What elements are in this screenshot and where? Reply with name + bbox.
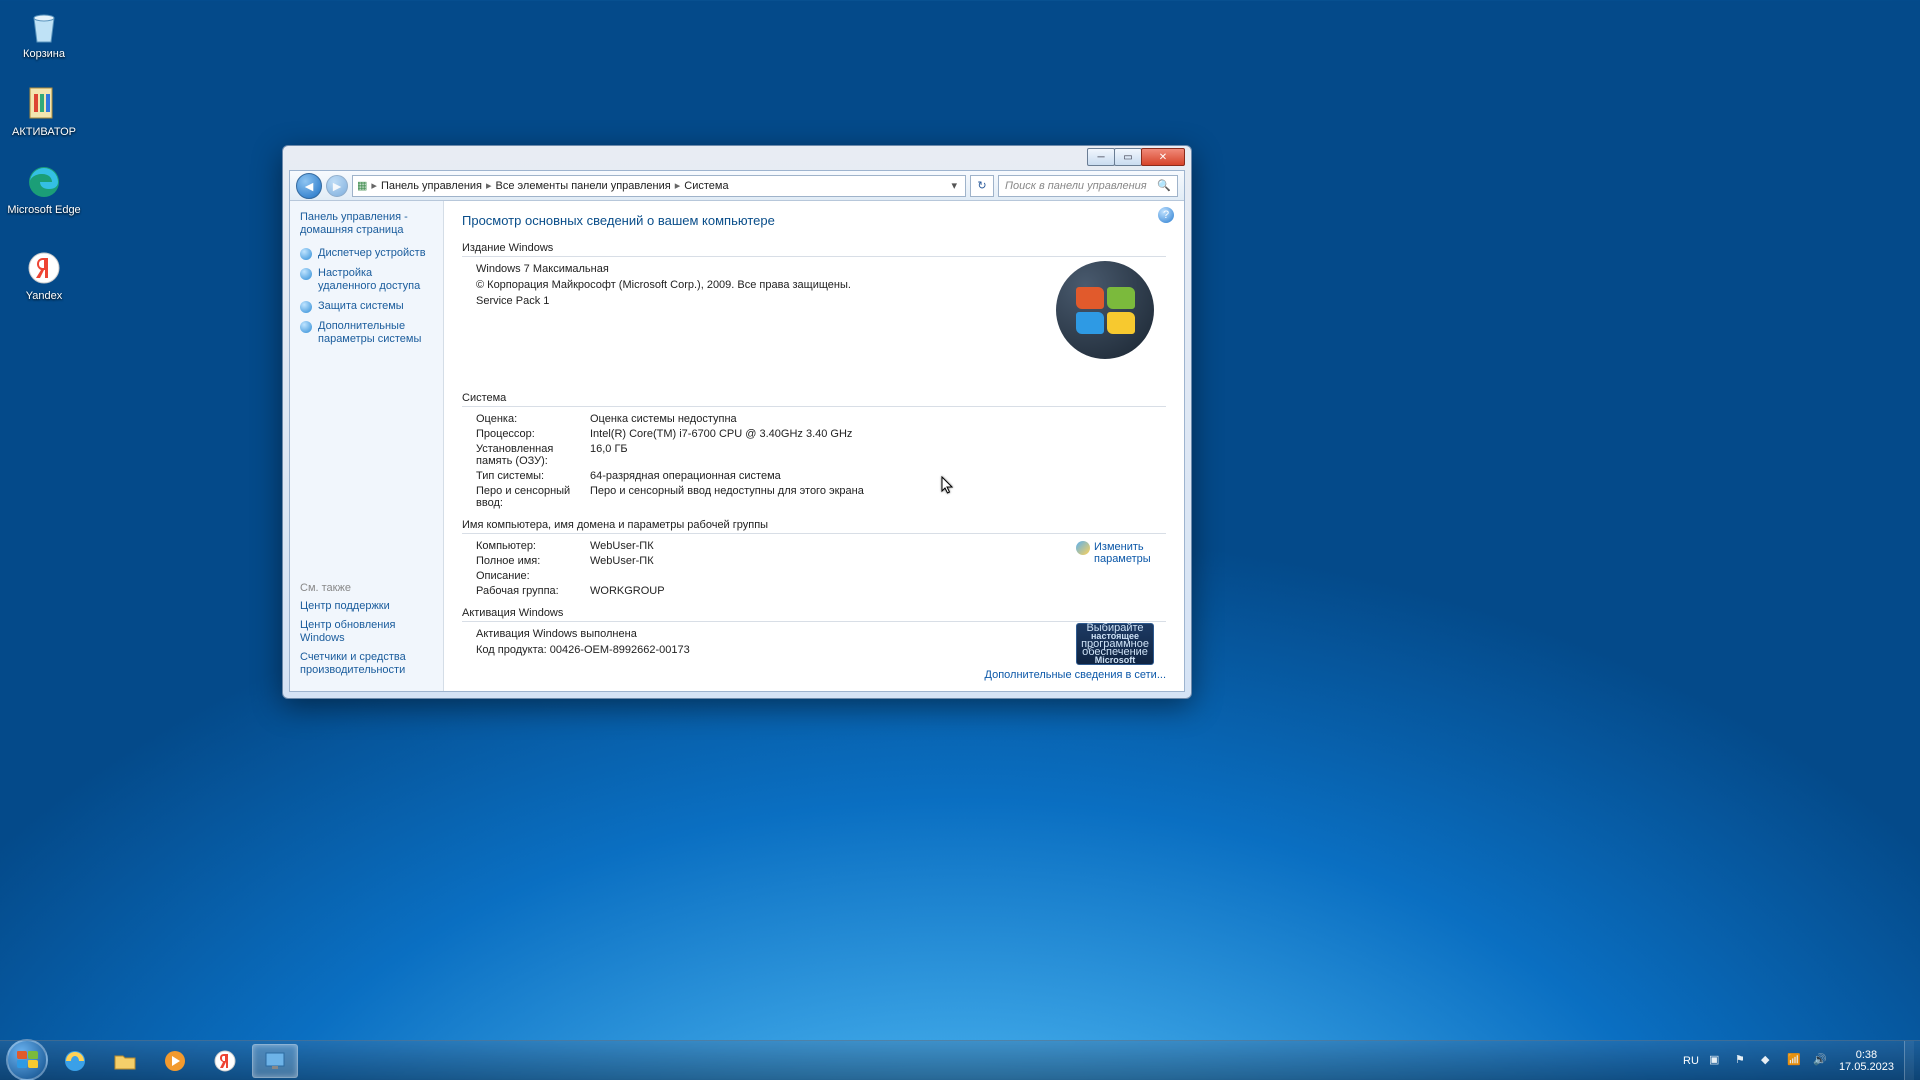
online-info-link[interactable]: Дополнительные сведения в сети... <box>985 669 1167 681</box>
see-also-windows-update[interactable]: Центр обновления Windows <box>300 619 433 645</box>
system-tray: RU ▣ ⚑ ◆ 📶 🔊 0:38 17.05.2023 <box>1683 1049 1898 1073</box>
desktop-icon-label: АКТИВАТОР <box>12 126 76 138</box>
tray-icon[interactable]: ▣ <box>1709 1053 1725 1069</box>
search-icon: 🔍 <box>1157 179 1171 192</box>
desktop-icon-recycle-bin[interactable]: Корзина <box>6 6 82 60</box>
system-rating-link[interactable]: Оценка системы недоступна <box>590 413 1166 425</box>
cpu-value: Intel(R) Core(TM) i7-6700 CPU @ 3.40GHz … <box>590 428 1166 440</box>
see-also-header: См. также <box>300 582 433 594</box>
ram-value: 16,0 ГБ <box>590 443 1166 467</box>
see-also-performance[interactable]: Счетчики и средства производительности <box>300 651 433 677</box>
bullet-icon <box>300 268 312 280</box>
page-title: Просмотр основных сведений о вашем компь… <box>462 213 1166 228</box>
bullet-icon <box>300 321 312 333</box>
breadcrumb[interactable]: ▦ ▸ Панель управления ▸ Все элементы пан… <box>352 175 966 197</box>
close-button[interactable]: ✕ <box>1141 148 1185 166</box>
start-button[interactable] <box>6 1039 48 1080</box>
sidebar-item-device-manager[interactable]: Диспетчер устройств <box>300 247 433 260</box>
pen-touch-value: Перо и сенсорный ввод недоступны для это… <box>590 485 1166 509</box>
product-id: Код продукта: 00426-OEM-8992662-00173 <box>476 644 1166 656</box>
activator-icon <box>24 84 64 124</box>
minimize-button[interactable]: ─ <box>1087 148 1115 166</box>
sidebar-home-link[interactable]: Панель управления - домашняя страница <box>300 211 433 237</box>
show-desktop-button[interactable] <box>1904 1041 1914 1080</box>
see-also-action-center[interactable]: Центр поддержки <box>300 600 433 613</box>
sidebar-item-remote-settings[interactable]: Настройка удаленного доступа <box>300 267 433 293</box>
section-system: Система <box>462 392 1166 407</box>
desktop-icon-edge[interactable]: Microsoft Edge <box>6 162 82 216</box>
edition-name: Windows 7 Максимальная <box>476 263 1166 275</box>
volume-icon[interactable]: 🔊 <box>1813 1053 1829 1069</box>
sidebar: Панель управления - домашняя страница Ди… <box>290 201 444 691</box>
windows-logo-icon <box>1056 261 1154 359</box>
sidebar-item-advanced-settings[interactable]: Дополнительные параметры системы <box>300 320 433 346</box>
language-indicator[interactable]: RU <box>1683 1055 1699 1067</box>
taskbar-button-yandex[interactable] <box>202 1044 248 1078</box>
clock[interactable]: 0:38 17.05.2023 <box>1839 1049 1894 1073</box>
breadcrumb-item[interactable]: Панель управления <box>381 180 482 192</box>
section-activation: Активация Windows <box>462 607 1166 622</box>
section-edition: Издание Windows <box>462 242 1166 257</box>
nav-forward-button[interactable]: ► <box>326 175 348 197</box>
yandex-icon <box>24 248 64 288</box>
taskbar: RU ▣ ⚑ ◆ 📶 🔊 0:38 17.05.2023 <box>0 1040 1920 1080</box>
change-settings-link[interactable]: Изменить параметры <box>1076 541 1166 565</box>
genuine-badge[interactable]: Выбирайте настоящее программное обеспече… <box>1076 623 1154 665</box>
content-pane: ? Просмотр основных сведений о вашем ком… <box>444 201 1184 691</box>
desktop-icon-label: Yandex <box>26 290 63 302</box>
refresh-button[interactable]: ↻ <box>970 175 994 197</box>
description-value <box>590 570 1166 582</box>
control-panel-icon: ▦ <box>357 179 367 192</box>
help-icon[interactable]: ? <box>1158 207 1174 223</box>
activation-status: Активация Windows выполнена <box>476 628 1166 640</box>
breadcrumb-item[interactable]: Система <box>684 180 728 192</box>
desktop-icon-yandex[interactable]: Yandex <box>6 248 82 302</box>
nav-back-button[interactable]: ◄ <box>296 173 322 199</box>
shield-icon <box>1076 541 1090 555</box>
action-center-icon[interactable]: ⚑ <box>1735 1053 1751 1069</box>
edge-icon <box>24 162 64 202</box>
sidebar-item-system-protection[interactable]: Защита системы <box>300 300 433 313</box>
section-computer-name: Имя компьютера, имя домена и параметры р… <box>462 519 1166 534</box>
taskbar-button-ie[interactable] <box>52 1044 98 1078</box>
workgroup-value: WORKGROUP <box>590 585 1166 597</box>
system-properties-window: ─ ▭ ✕ ◄ ► ▦ ▸ Панель управления ▸ Все эл… <box>282 145 1192 699</box>
address-bar: ◄ ► ▦ ▸ Панель управления ▸ Все элементы… <box>290 171 1184 201</box>
taskbar-button-media-player[interactable] <box>152 1044 198 1078</box>
maximize-button[interactable]: ▭ <box>1114 148 1142 166</box>
recycle-bin-icon <box>24 6 64 46</box>
breadcrumb-dropdown[interactable]: ▾ <box>947 179 961 192</box>
breadcrumb-item[interactable]: Все элементы панели управления <box>496 180 671 192</box>
taskbar-button-explorer[interactable] <box>102 1044 148 1078</box>
bullet-icon <box>300 248 312 260</box>
desktop-icon-activator[interactable]: АКТИВАТОР <box>6 84 82 138</box>
search-input[interactable]: Поиск в панели управления 🔍 <box>998 175 1178 197</box>
system-type-value: 64-разрядная операционная система <box>590 470 1166 482</box>
tray-icon[interactable]: ◆ <box>1761 1053 1777 1069</box>
desktop-icon-label: Microsoft Edge <box>7 204 80 216</box>
bullet-icon <box>300 301 312 313</box>
desktop-icon-label: Корзина <box>23 48 65 60</box>
network-icon[interactable]: 📶 <box>1787 1053 1803 1069</box>
taskbar-button-system[interactable] <box>252 1044 298 1078</box>
